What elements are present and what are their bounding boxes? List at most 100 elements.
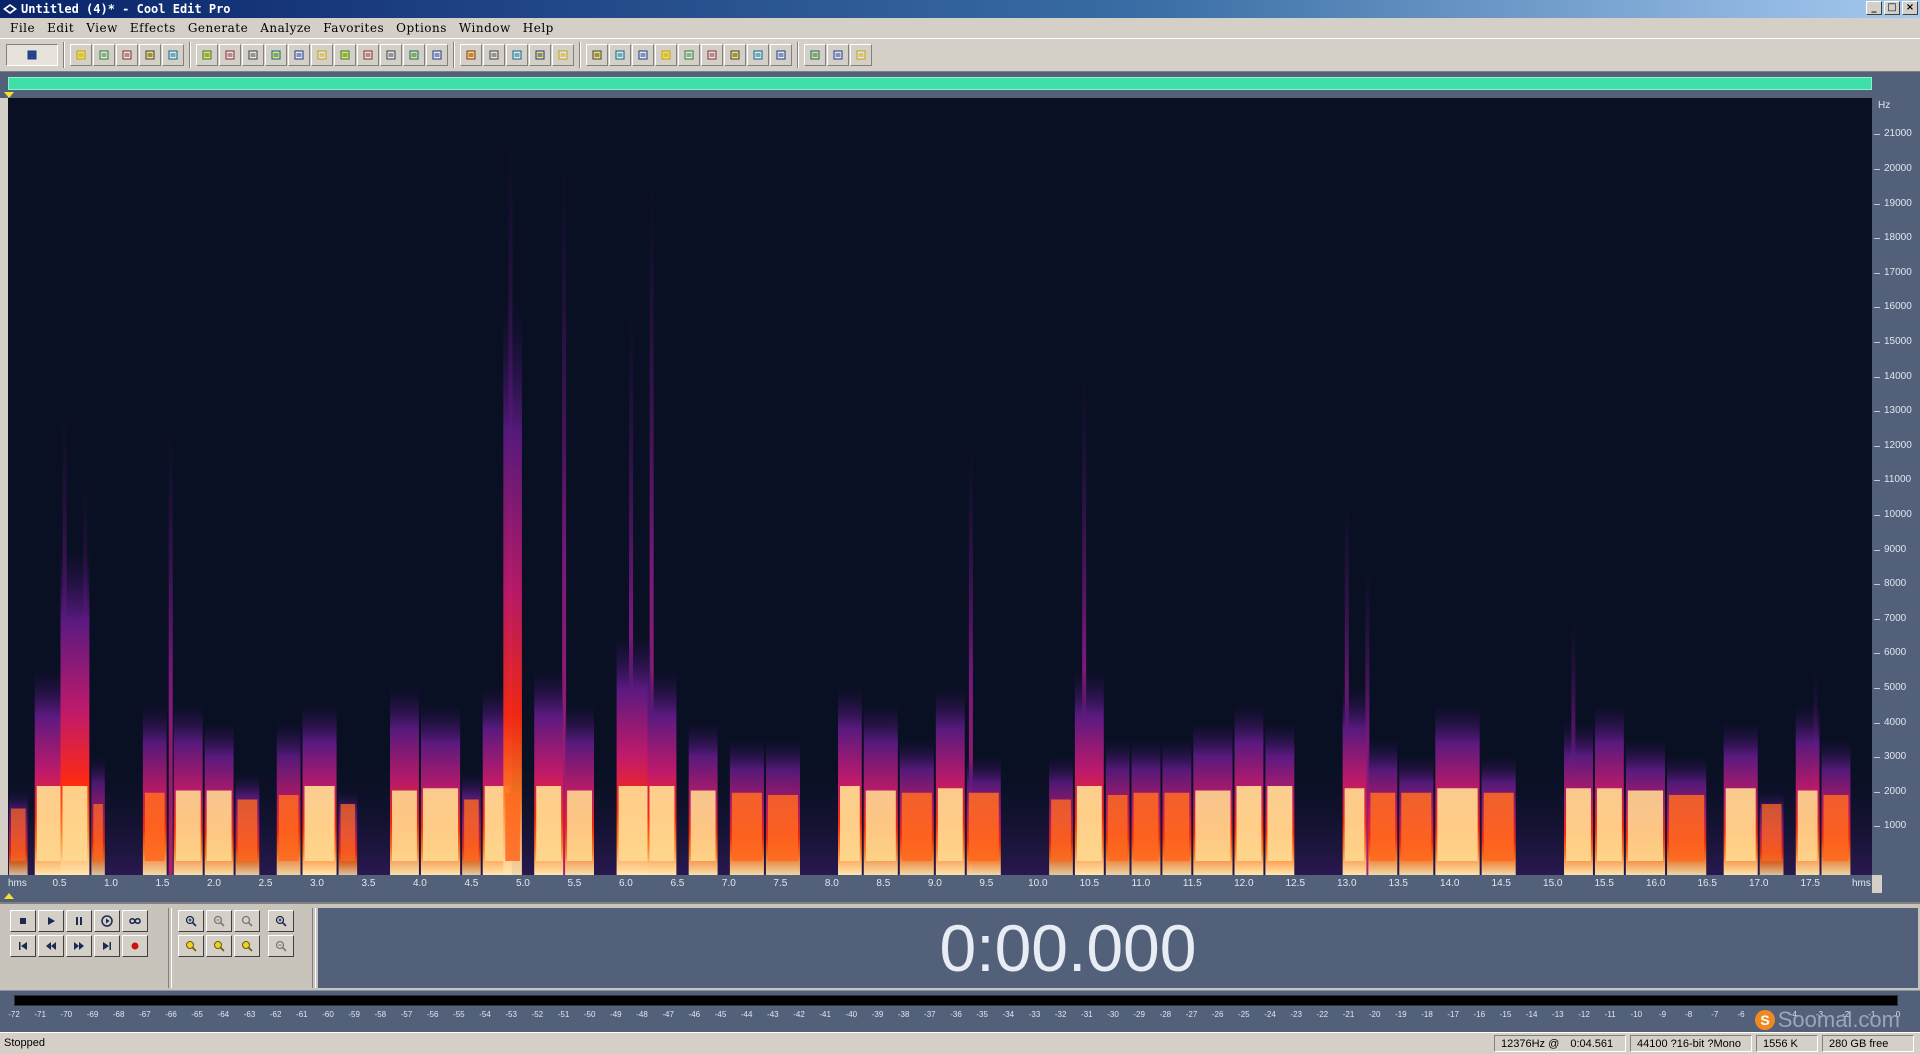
menu-options[interactable]: Options	[390, 21, 453, 35]
zoom-out-horizontal-button[interactable]	[206, 910, 232, 932]
help-button[interactable]	[850, 44, 872, 66]
level-meter-tick-label: -13	[1552, 1010, 1564, 1019]
menu-view[interactable]: View	[80, 21, 124, 35]
go-to-end-button[interactable]	[94, 935, 120, 957]
menu-edit[interactable]: Edit	[41, 21, 80, 35]
level-meter-button[interactable]	[747, 44, 769, 66]
new-file-button[interactable]	[70, 44, 92, 66]
level-meter-tick-label: -72	[8, 1010, 20, 1019]
close-button[interactable]	[162, 44, 184, 66]
time-tick-label: 16.0	[1646, 878, 1666, 889]
status-cursor-frequency: 12376Hz @	[1501, 1038, 1560, 1050]
zoom-in-vertical-button[interactable]	[268, 910, 294, 932]
grid-button[interactable]	[506, 44, 528, 66]
zoom-right-button[interactable]	[206, 935, 232, 957]
info-button[interactable]	[632, 44, 654, 66]
level-meter-tick-label: -39	[871, 1010, 884, 1019]
loop-button[interactable]	[122, 910, 148, 932]
frequency-tick-label: 13000	[1874, 405, 1912, 417]
snap-button[interactable]	[552, 44, 574, 66]
script-button[interactable]	[827, 44, 849, 66]
pause-button[interactable]	[66, 910, 92, 932]
zoom-in-horizontal-button[interactable]	[178, 910, 204, 932]
status-format: 44100 ?16-bit ?Mono	[1630, 1035, 1752, 1052]
redo-button[interactable]	[219, 44, 241, 66]
close-button[interactable]: ×	[1902, 1, 1918, 15]
play-list-button[interactable]	[609, 44, 631, 66]
play-button[interactable]	[38, 910, 64, 932]
spectral-burst-core	[1076, 786, 1102, 861]
frames-button[interactable]	[529, 44, 551, 66]
zoom-left-button[interactable]	[178, 935, 204, 957]
time-window-button[interactable]	[770, 44, 792, 66]
spectral-burst	[503, 307, 522, 875]
bar-button[interactable]	[724, 44, 746, 66]
frequency-unit-label: Hz	[1878, 100, 1891, 111]
mix-paste-button[interactable]	[380, 44, 402, 66]
paste-to-new-button[interactable]	[357, 44, 379, 66]
zoom-full-icon	[241, 915, 253, 927]
play-icon	[48, 917, 55, 925]
menu-analyze[interactable]: Analyze	[254, 21, 317, 35]
play-to-end-button[interactable]	[94, 910, 120, 932]
visible-range-bar[interactable]	[8, 77, 1872, 90]
crossfade-button[interactable]	[426, 44, 448, 66]
time-tick-label: 5.0	[515, 878, 530, 889]
record-icon	[131, 942, 139, 950]
paste-icon	[340, 50, 350, 60]
undo-button[interactable]	[196, 44, 218, 66]
waveform-view-toggle-button[interactable]	[6, 44, 58, 66]
open-file-button[interactable]	[93, 44, 115, 66]
frames-icon	[535, 50, 545, 60]
spectral-burst-core	[1627, 790, 1664, 861]
record-button[interactable]	[122, 935, 148, 957]
stop-button[interactable]	[10, 910, 36, 932]
cool-edit-app-icon[interactable]	[2, 2, 18, 16]
maximize-button[interactable]: □	[1884, 1, 1900, 15]
level-meter-tick-label: -42	[793, 1010, 805, 1019]
fast-forward-button[interactable]	[66, 935, 92, 957]
save-as-button[interactable]	[139, 44, 161, 66]
ruler-gap	[0, 893, 1920, 902]
zoom-full-button[interactable]	[234, 910, 260, 932]
spectral-view[interactable]	[8, 98, 1872, 875]
close-icon	[168, 50, 178, 60]
timecode-button[interactable]	[701, 44, 723, 66]
level-meter-tick-label: -52	[531, 1010, 544, 1019]
menu-help[interactable]: Help	[517, 21, 560, 35]
save-button[interactable]	[116, 44, 138, 66]
zoom-out-vertical-button[interactable]	[268, 935, 294, 957]
repeat-button[interactable]	[242, 44, 264, 66]
transport-controls	[10, 910, 162, 986]
menu-file[interactable]: File	[4, 21, 41, 35]
spectral-view-button[interactable]	[460, 44, 482, 66]
copy-to-new-button[interactable]	[288, 44, 310, 66]
time-tick-label: 11.0	[1131, 878, 1151, 889]
time-tick-label: 5.5	[567, 878, 582, 889]
minimize-button[interactable]: _	[1866, 1, 1882, 15]
go-to-start-button[interactable]	[10, 935, 36, 957]
menu-effects[interactable]: Effects	[124, 21, 182, 35]
time-ruler[interactable]: hms hms 0.5 1.0 1.5 2.0 2.5 3.0 3.5 4.0 4.5 5.0 5.…	[0, 875, 1872, 893]
copy-button[interactable]	[265, 44, 287, 66]
menu-favorites[interactable]: Favorites	[317, 21, 390, 35]
level-meter-tick-label: -61	[296, 1010, 308, 1019]
cut-button[interactable]	[311, 44, 333, 66]
paste-button[interactable]	[334, 44, 356, 66]
zoom-selection-button[interactable]	[234, 935, 260, 957]
fast-forward-icon	[74, 942, 84, 950]
cue-list-button[interactable]	[586, 44, 608, 66]
play-button[interactable]	[655, 44, 677, 66]
waveform-button[interactable]	[483, 44, 505, 66]
menu-window[interactable]: Window	[453, 21, 517, 35]
time-tick-label: 14.0	[1440, 878, 1460, 889]
spectral-burst-core	[937, 788, 963, 861]
menu-generate[interactable]: Generate	[182, 21, 254, 35]
options-button[interactable]	[804, 44, 826, 66]
trim-button[interactable]	[403, 44, 425, 66]
overview-bar[interactable]	[0, 72, 1920, 98]
find-button[interactable]	[678, 44, 700, 66]
time-window-icon	[776, 50, 786, 60]
rewind-button[interactable]	[38, 935, 64, 957]
cursor-end-marker[interactable]	[4, 893, 14, 899]
